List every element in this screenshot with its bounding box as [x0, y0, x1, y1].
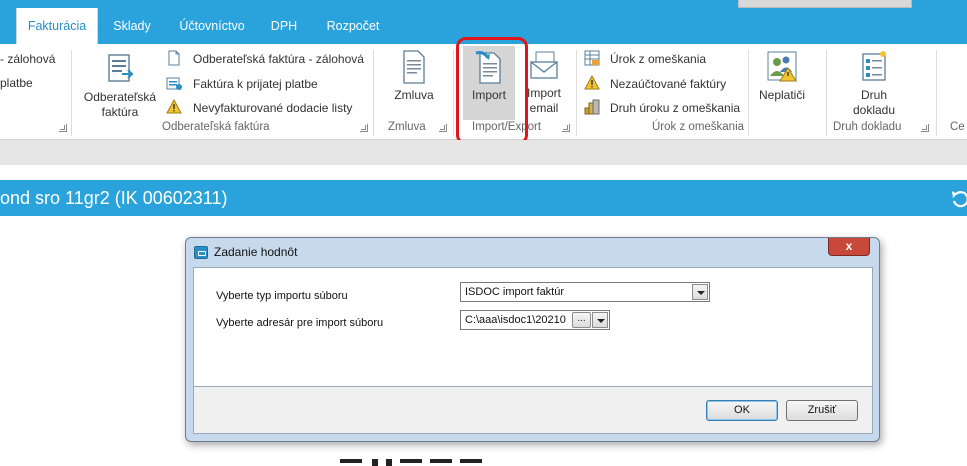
dialog-title: Zadanie hodnôt	[214, 245, 298, 259]
group-separator	[373, 50, 374, 136]
group-separator	[936, 50, 937, 136]
zadanie-hodnot-dialog: Zadanie hodnôt x Vyberte typ importu súb…	[185, 237, 880, 442]
druh-dokladu-label-1: Druh	[860, 88, 887, 102]
invoice-payment-icon	[166, 77, 182, 90]
tab-dph[interactable]: DPH	[266, 8, 302, 44]
neplatici-button[interactable]: Neplatiči	[752, 50, 812, 103]
import-folder-value: C:\aaa\isdoc1\20210	[465, 314, 566, 326]
highlight-annotation-ring	[456, 37, 528, 145]
document-types-icon	[862, 51, 886, 81]
user-info-box[interactable]	[738, 0, 912, 8]
import-type-select[interactable]: ISDOC import faktúr	[460, 282, 710, 302]
contract-icon	[403, 50, 425, 84]
group-label-zmluva: Zmluva	[388, 121, 426, 133]
close-button[interactable]: x	[828, 238, 870, 256]
warning-icon	[584, 75, 600, 90]
coins-icon	[584, 99, 600, 115]
ribbon-item-platbe-partial[interactable]: platbe	[0, 76, 33, 90]
odberatelska-faktura-button[interactable]: Odberateľská faktúra	[80, 52, 160, 120]
dialog-footer: OK Zrušiť	[193, 387, 873, 434]
import-type-value: ISDOC import faktúr	[465, 286, 565, 298]
ribbon-item-nevyfakturovane[interactable]: Nevyfakturované dodacie listy	[193, 101, 352, 115]
group-launcher-icon[interactable]	[562, 124, 570, 132]
chevron-down-icon[interactable]	[692, 284, 708, 300]
toolbar-strip	[0, 140, 967, 165]
zmluva-button[interactable]: Zmluva	[384, 50, 444, 103]
import-type-label: Vyberte typ importu súboru	[216, 290, 348, 302]
cutoff-heading-fragment	[340, 459, 482, 466]
group-separator	[826, 50, 827, 136]
document-icon	[168, 50, 180, 66]
ribbon-item-zalohova-partial[interactable]: - zálohová	[0, 52, 55, 66]
group-separator	[748, 50, 749, 136]
group-separator	[71, 50, 72, 136]
email-icon	[530, 51, 558, 79]
group-label-partial: Ce	[950, 121, 965, 133]
group-separator	[453, 50, 454, 136]
window-app-icon	[194, 246, 208, 259]
tab-sklady[interactable]: Sklady	[106, 8, 158, 44]
import-folder-label: Vyberte adresár pre import súboru	[216, 317, 384, 329]
druh-dokladu-label-2: dokladu	[852, 103, 896, 117]
browse-folder-button[interactable]: ...	[572, 312, 591, 328]
interest-grid-icon	[584, 50, 600, 66]
ok-button[interactable]: OK	[706, 400, 778, 421]
dialog-content: Vyberte typ importu súboru ISDOC import …	[193, 267, 873, 387]
tab-uctovnictvo[interactable]: Účtovníctvo	[172, 8, 252, 44]
tab-fakturacia[interactable]: Fakturácia	[16, 8, 98, 44]
tab-rozpocet[interactable]: Rozpočet	[318, 8, 388, 44]
druh-dokladu-button[interactable]: Druh dokladu	[836, 50, 912, 118]
refresh-icon[interactable]	[950, 188, 967, 210]
group-launcher-icon[interactable]	[439, 124, 447, 132]
group-label-druh-dokladu: Druh dokladu	[833, 121, 902, 133]
group-launcher-icon[interactable]	[921, 124, 929, 132]
chevron-down-icon[interactable]	[592, 312, 608, 328]
odberatelska-faktura-label-1: Odberateľská	[83, 90, 157, 104]
zmluva-label: Zmluva	[394, 88, 434, 102]
cancel-button[interactable]: Zrušiť	[786, 400, 858, 421]
group-label-odberatelska: Odberateľská faktúra	[162, 121, 270, 133]
neplatici-label: Neplatiči	[758, 88, 806, 102]
ribbon-item-druh-uroku[interactable]: Druh úroku z omeškania	[610, 101, 740, 115]
warning-icon	[166, 99, 182, 114]
ribbon-item-odb-zalohova[interactable]: Odberateľská faktúra - zálohová	[193, 52, 364, 66]
group-launcher-icon[interactable]	[59, 124, 67, 132]
group-label-urok: Úrok z omeškania	[652, 121, 745, 133]
debtors-icon	[767, 51, 797, 82]
company-title-bar: ond sro 11gr2 (IK 00602311)	[0, 180, 967, 216]
invoice-list-icon	[108, 54, 134, 82]
company-title: ond sro 11gr2 (IK 00602311)	[0, 188, 228, 208]
ribbon-item-urok[interactable]: Úrok z omeškania	[610, 52, 706, 66]
odberatelska-faktura-label-2: faktúra	[101, 105, 139, 119]
ribbon-item-faktura-platbe[interactable]: Faktúra k prijatej platbe	[193, 77, 318, 91]
group-separator	[576, 50, 577, 136]
group-launcher-icon[interactable]	[360, 124, 368, 132]
ribbon-item-nezauctovane[interactable]: Nezaúčtované faktúry	[610, 77, 726, 91]
